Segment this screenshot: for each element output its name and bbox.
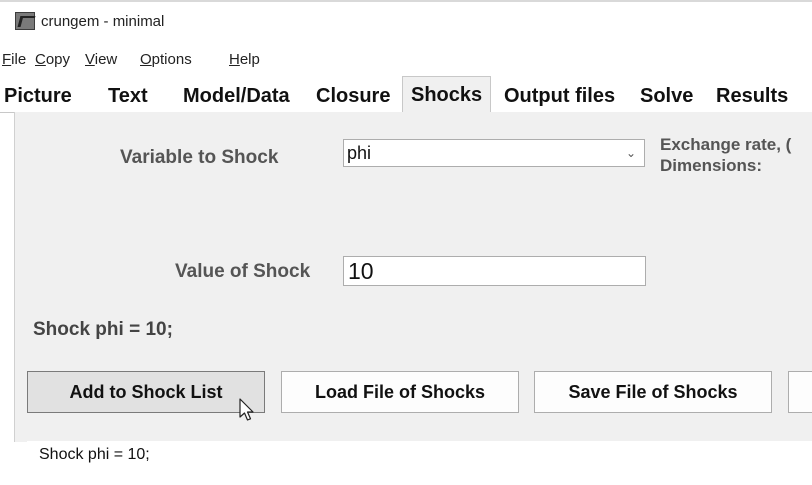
variable-select-value: phi xyxy=(347,143,372,163)
menu-help[interactable]: Help xyxy=(229,51,260,68)
window-title: crungem - minimal xyxy=(41,13,165,30)
variable-dimensions: Dimensions: xyxy=(660,156,763,175)
mouse-pointer-icon xyxy=(239,398,254,421)
tab-results[interactable]: Results xyxy=(716,80,788,112)
shock-statement: Shock phi = 10; xyxy=(33,319,173,340)
app-icon xyxy=(15,12,35,30)
tab-model-data[interactable]: Model/Data xyxy=(183,80,290,112)
menu-file[interactable]: File xyxy=(2,51,26,68)
tab-shocks[interactable]: Shocks xyxy=(402,76,492,114)
chevron-down-icon[interactable]: ⌄ xyxy=(626,146,636,160)
tab-output-files[interactable]: Output files xyxy=(504,80,615,112)
tab-bar: Picture Text Model/Data Closure Shocks O… xyxy=(0,74,812,114)
menu-bar: File Copy View Options Help xyxy=(0,47,812,69)
tab-solve[interactable]: Solve xyxy=(640,80,693,112)
shock-value-input[interactable]: 10 xyxy=(343,256,646,286)
tab-text[interactable]: Text xyxy=(108,80,148,112)
menu-options[interactable]: Options xyxy=(140,51,192,68)
variable-to-shock-label: Variable to Shock xyxy=(120,147,279,168)
variable-description: Exchange rate, ( xyxy=(660,135,792,154)
list-item: Shock phi = 10; xyxy=(39,446,150,463)
variable-select[interactable]: phi ⌄ xyxy=(343,139,645,167)
title-bar: crungem - minimal xyxy=(0,0,812,40)
shock-list[interactable]: Shock phi = 10; xyxy=(27,441,812,485)
tab-picture[interactable]: Picture xyxy=(4,80,72,112)
value-of-shock-label: Value of Shock xyxy=(175,261,311,282)
add-to-shock-list-button[interactable]: Add to Shock List xyxy=(27,371,265,413)
menu-view[interactable]: View xyxy=(85,51,117,68)
window-top-edge xyxy=(0,0,812,2)
save-file-of-shocks-button[interactable]: Save File of Shocks xyxy=(534,371,772,413)
tab-closure[interactable]: Closure xyxy=(316,80,390,112)
shock-value-text: 10 xyxy=(348,258,374,284)
next-button-partial[interactable] xyxy=(788,371,812,413)
menu-copy[interactable]: Copy xyxy=(35,51,70,68)
load-file-of-shocks-button[interactable]: Load File of Shocks xyxy=(281,371,519,413)
